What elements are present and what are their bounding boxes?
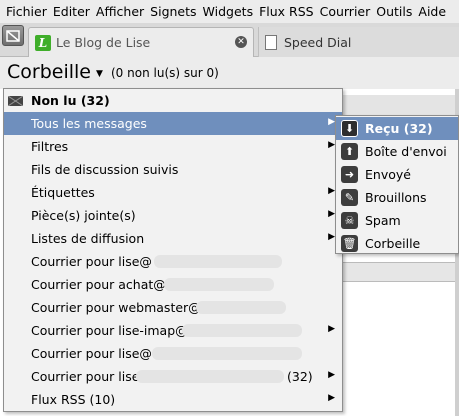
redacted-address [182,324,302,337]
sent-icon: ➜ [341,166,358,183]
menu-item-label: Filtres [31,139,69,154]
envelope-icon [8,96,23,106]
submenu-item-sent[interactable]: ➜ Envoyé [336,163,458,186]
submenu-item-trash[interactable]: 🗑 Corbeille [336,232,458,255]
menu-item-mail-lise-2[interactable]: Courrier pour lise@ [4,342,342,365]
menu-item-label: Courrier pour achat@ [31,277,166,292]
tab-speed-dial[interactable]: Speed Dial [258,27,459,57]
menu-item-label: Courrier pour lise [31,369,140,384]
menu-item-label: Pièce(s) jointe(s) [31,208,136,223]
menu-item-label: Étiquettes [31,185,95,200]
menu-item-label: Tous les messages [31,116,147,131]
menu-item-followed-threads[interactable]: Fils de discussion suivis [4,158,342,181]
drafts-icon: ✎ [341,189,358,206]
folder-menu: Non lu (32) Tous les messages ▶ Filtres … [3,88,343,412]
submenu-item-label: Reçu (32) [365,121,433,136]
list-column-header[interactable] [330,95,459,117]
submenu-item-spam[interactable]: ☠ Spam [336,209,458,232]
folder-count: (0 non lu(s) sur 0) [111,66,219,80]
menu-bar: Fichier Editer Afficher Signets Widgets … [0,0,459,23]
menu-item-label: Courrier pour lise-imap@ [31,323,188,338]
menu-item-label: Courrier pour webmaster@ [31,300,201,315]
menu-flux-rss[interactable]: Flux RSS [256,4,317,19]
mail-header: Corbeille ▼ (0 non lu(s) sur 0) [0,57,459,89]
submenu-arrow-icon: ▶ [328,209,335,219]
menu-item-mail-lise-imap[interactable]: Courrier pour lise-imap@ ▶ [4,319,342,342]
menu-item-label: Listes de diffusion [31,231,145,246]
menu-editer[interactable]: Editer [50,4,93,19]
trash-icon: 🗑 [341,235,358,252]
menu-item-mail-webmaster[interactable]: Courrier pour webmaster@ [4,296,342,319]
redacted-address [164,278,274,291]
submenu-item-outbox[interactable]: ⬆ Boîte d'envoi [336,140,458,163]
folder-dropdown-icon[interactable]: ▼ [96,69,103,79]
blog-favicon-icon: L [35,34,51,51]
submenu-item-label: Spam [365,213,401,228]
submenu-arrow-icon: ▶ [328,186,335,196]
unread-count: (32) [287,369,313,384]
app-menu-button[interactable] [2,25,24,46]
menu-item-unread[interactable]: Non lu (32) [4,89,342,112]
menu-item-label: Courrier pour lise@ [31,346,152,361]
inbox-icon: ⬇ [341,120,358,137]
redacted-address [196,301,286,314]
submenu-item-received[interactable]: ⬇ Reçu (32) [336,117,458,140]
tab-title: Le Blog de Lise [56,35,151,50]
submenu-item-label: Corbeille [365,236,421,251]
menu-item-attachments[interactable]: Pièce(s) jointe(s) ▶ [4,204,342,227]
menu-item-labels[interactable]: Étiquettes ▶ [4,181,342,204]
redacted-address [136,370,284,383]
menu-item-mail-achat[interactable]: Courrier pour achat@ [4,273,342,296]
submenu-item-label: Envoyé [365,167,411,182]
spam-icon: ☠ [341,212,358,229]
menu-item-label: Flux RSS (10) [31,392,116,407]
tab-bar: L Le Blog de Lise ✕ Speed Dial [0,23,459,57]
menu-courrier[interactable]: Courrier [317,4,374,19]
menu-item-label: Non lu (32) [31,93,110,108]
submenu-arrow-icon: ▶ [328,140,335,150]
redacted-address [152,347,302,360]
tab-title: Speed Dial [284,34,352,50]
tab-blog[interactable]: L Le Blog de Lise ✕ [28,27,254,57]
menu-item-mail-lise-3[interactable]: Courrier pour lise (32) ▶ [4,365,342,388]
close-tab-icon[interactable]: ✕ [235,36,247,48]
submenu-arrow-icon: ▶ [328,393,335,403]
menu-outils[interactable]: Outils [373,4,415,19]
all-messages-submenu: ⬇ Reçu (32) ⬆ Boîte d'envoi ➜ Envoyé ✎ B… [335,115,459,254]
outbox-icon: ⬆ [341,143,358,160]
menu-aide[interactable]: Aide [415,4,449,19]
menu-signets[interactable]: Signets [147,4,199,19]
menu-fichier[interactable]: Fichier [0,4,50,19]
menu-afficher[interactable]: Afficher [93,4,147,19]
menu-item-mailing-lists[interactable]: Listes de diffusion ▶ [4,227,342,250]
submenu-arrow-icon: ▶ [328,232,335,242]
document-icon [265,34,277,50]
submenu-item-drafts[interactable]: ✎ Brouillons [336,186,458,209]
menu-item-label: Courrier pour lise@ [31,254,152,269]
submenu-item-label: Brouillons [365,190,427,205]
menu-widgets[interactable]: Widgets [200,4,257,19]
menu-item-label: Fils de discussion suivis [31,162,179,177]
menu-item-rss[interactable]: Flux RSS (10) ▶ [4,388,342,411]
submenu-item-label: Boîte d'envoi [365,144,447,159]
folder-title[interactable]: Corbeille [7,61,91,83]
menu-item-all-messages[interactable]: Tous les messages ▶ [4,112,342,135]
submenu-arrow-icon: ▶ [328,370,335,380]
menu-item-filters[interactable]: Filtres ▶ [4,135,342,158]
window-icon [6,29,20,42]
menu-item-mail-lise[interactable]: Courrier pour lise@ [4,250,342,273]
list-group-separator [330,262,459,282]
redacted-address [154,255,282,268]
submenu-arrow-icon: ▶ [328,117,335,127]
submenu-arrow-icon: ▶ [328,324,335,334]
